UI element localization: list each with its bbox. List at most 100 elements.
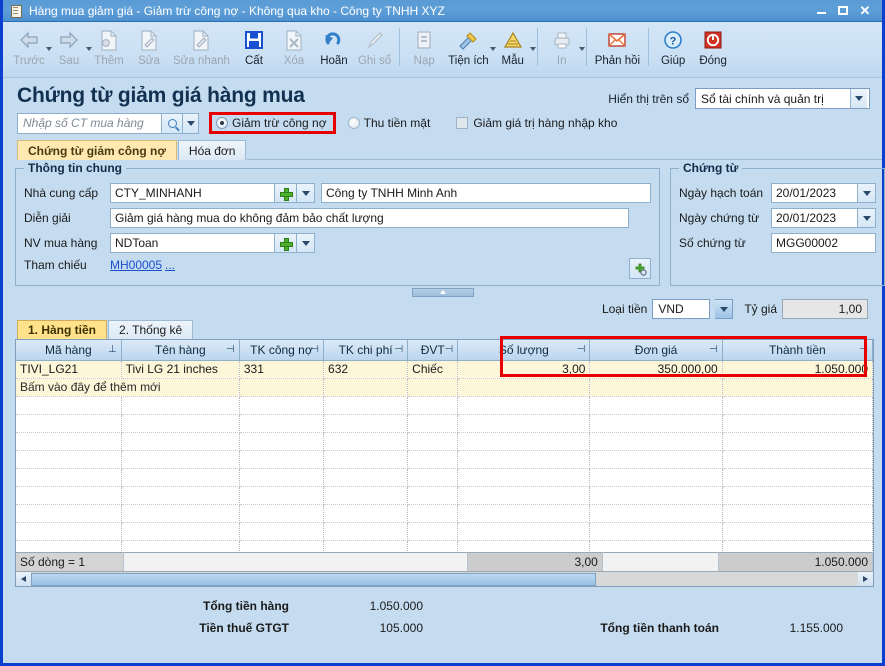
doc-date-input[interactable]: 20/01/2023 [771, 208, 858, 228]
filter-icon[interactable]: ⊣ [394, 344, 403, 355]
search-input[interactable]: Nhập số CT mua hàng [17, 113, 162, 134]
add-lookup-button[interactable] [629, 258, 651, 279]
toolbar-button-sua[interactable]: Sửa [129, 26, 169, 67]
chevron-down-icon[interactable] [530, 47, 536, 51]
cell-thanh-tien[interactable]: 1.050.000 [722, 360, 872, 378]
filter-icon[interactable]: ⊣ [577, 344, 586, 355]
chevron-down-icon[interactable] [579, 47, 585, 51]
buyer-add-button[interactable] [275, 233, 297, 253]
display-ledger-select[interactable]: Sổ tài chính và quản trị [695, 88, 870, 109]
scroll-right-button[interactable] [858, 572, 873, 586]
cell-empty [121, 540, 239, 552]
posting-date-dropdown-button[interactable] [858, 183, 876, 203]
grid-col-thanh-tien[interactable]: Thành tiền⊣ [722, 340, 872, 360]
grid-col-don-gia[interactable]: Đơn giá⊣ [590, 340, 722, 360]
grid-col-tk-cong-no[interactable]: TK công nợ⊣ [239, 340, 323, 360]
add-new-row-label[interactable]: Bấm vào đây để thêm mới [16, 378, 239, 396]
toolbar-button-cat[interactable]: Cất [234, 26, 274, 67]
total-payment-label: Tổng tiền thanh toán [423, 621, 733, 635]
grid-col-tk-chi-phi[interactable]: TK chi phí⊣ [324, 340, 408, 360]
splitter[interactable] [3, 286, 882, 298]
supplier-label: Nhà cung cấp [24, 186, 110, 200]
cell-tk-chi-phi[interactable]: 632 [324, 360, 408, 378]
toolbar-button-hoan[interactable]: Hoãn [314, 26, 354, 67]
toolbar-button-truoc[interactable]: Trước [9, 26, 49, 67]
radio-thu-tien-mat[interactable]: Thu tiền mặt [348, 116, 431, 130]
toolbar-button-dong[interactable]: Đóng [693, 26, 733, 67]
posting-date-input[interactable]: 20/01/2023 [771, 183, 858, 203]
filter-icon[interactable]: ⊣ [445, 344, 454, 355]
filter-icon[interactable]: ⊣ [709, 344, 718, 355]
reference-link[interactable]: MH00005 [110, 258, 162, 272]
currency-dropdown-button[interactable] [715, 299, 733, 319]
supplier-dropdown-button[interactable] [297, 183, 315, 203]
close-button[interactable]: ✕ [854, 2, 876, 20]
supplier-code-input[interactable]: CTY_MINHANH [110, 183, 275, 203]
supplier-name-input[interactable]: Công ty TNHH Minh Anh [321, 183, 651, 203]
supplier-add-button[interactable] [275, 183, 297, 203]
buyer-input[interactable]: NDToan [110, 233, 275, 253]
cell-empty [590, 486, 722, 504]
description-input[interactable]: Giảm giá hàng mua do không đảm bảo chất … [110, 208, 629, 228]
toolbar-button-nap[interactable]: Nạp [404, 26, 444, 67]
grid-add-new-row[interactable]: Bấm vào đây để thêm mới [16, 378, 873, 396]
cell-dvt[interactable]: Chiếc [408, 360, 458, 378]
filter-icon[interactable]: ⊣ [310, 344, 319, 355]
toolbar-button-xoa[interactable]: Xóa [274, 26, 314, 67]
search-dropdown-button[interactable] [183, 113, 199, 134]
toolbar-button-phanhoi[interactable]: Phản hồi [591, 26, 644, 67]
cell-ma-hang[interactable]: TIVI_LG21 [16, 360, 121, 378]
cell-empty [324, 540, 408, 552]
tools-icon [457, 28, 479, 52]
toolbar-button-suanhanh[interactable]: Sửa nhanh [169, 26, 234, 67]
filter-icon[interactable]: ⊣ [859, 344, 868, 355]
toolbar-button-in[interactable]: In [542, 26, 582, 67]
currency-type-select[interactable]: VND [652, 299, 710, 319]
grid-tab-hang-tien[interactable]: 1. Hàng tiền [17, 320, 107, 339]
toolbar-button-ghiso[interactable]: Ghi sổ [354, 26, 395, 67]
search-button[interactable] [162, 113, 183, 134]
tab-hoa-don[interactable]: Hóa đơn [178, 140, 247, 160]
doc-no-input[interactable]: MGG00002 [771, 233, 876, 253]
cell-tk-cong-no[interactable]: 331 [239, 360, 323, 378]
doc-date-row: Ngày chứng từ 20/01/2023 [679, 208, 876, 228]
table-row[interactable]: TIVI_LG21 Tivi LG 21 inches 331 632 Chiế… [16, 360, 873, 378]
toolbar-button-giup[interactable]: ? Giúp [653, 26, 693, 67]
grid-tab-thong-ke[interactable]: 2. Thống kê [108, 320, 193, 339]
grid-empty-row [16, 540, 873, 552]
scroll-left-button[interactable] [16, 572, 31, 586]
cell-ten-hang[interactable]: Tivi LG 21 inches [121, 360, 239, 378]
checkbox-giam-gia-tri-hang-nhap-kho[interactable]: Giảm giá trị hàng nhập kho [456, 116, 617, 130]
reference-more-link[interactable]: ... [165, 258, 175, 272]
scroll-thumb[interactable] [31, 573, 596, 586]
grid-col-ten-hang[interactable]: Tên hàng⊣ [121, 340, 239, 360]
cell-don-gia[interactable]: 350.000,00 [590, 360, 722, 378]
toolbar-label-cat: Cất [245, 55, 263, 67]
cell-so-luong[interactable]: 3,00 [458, 360, 590, 378]
maximize-button[interactable] [832, 2, 854, 20]
pin-icon[interactable]: ⊥ [108, 344, 117, 355]
doc-date-dropdown-button[interactable] [858, 208, 876, 228]
toolbar-button-tienich[interactable]: Tiện ích [444, 26, 492, 67]
total-vat-value: 105.000 [303, 621, 423, 635]
toolbar-button-mau[interactable]: Mẫu [493, 26, 533, 67]
minimize-button[interactable] [810, 2, 832, 20]
toolbar-button-sau[interactable]: Sau [49, 26, 89, 67]
toolbar-button-them[interactable]: Thêm [89, 26, 129, 67]
toolbar-label-suanhanh: Sửa nhanh [173, 55, 230, 67]
tab-chung-tu-giam-cong-no[interactable]: Chứng từ giảm công nợ [17, 140, 177, 160]
splitter-grip[interactable] [412, 288, 474, 297]
grid-col-ma-hang[interactable]: Mã hàng⊥ [16, 340, 121, 360]
buyer-dropdown-button[interactable] [297, 233, 315, 253]
filter-icon[interactable]: ⊣ [226, 344, 235, 355]
cell-empty [722, 522, 872, 540]
cell-empty [408, 432, 458, 450]
grid-horizontal-scrollbar[interactable] [16, 571, 873, 586]
grid-col-dvt[interactable]: ĐVT⊣ [408, 340, 458, 360]
forward-arrow-icon [58, 28, 80, 52]
radio-giam-tru-cong-no[interactable]: Giảm trừ công nợ [216, 116, 327, 130]
chevron-down-icon[interactable] [850, 89, 867, 108]
grid-col-so-luong[interactable]: Số lượng⊣ [458, 340, 590, 360]
cell-empty [590, 414, 722, 432]
cell-empty [458, 522, 590, 540]
